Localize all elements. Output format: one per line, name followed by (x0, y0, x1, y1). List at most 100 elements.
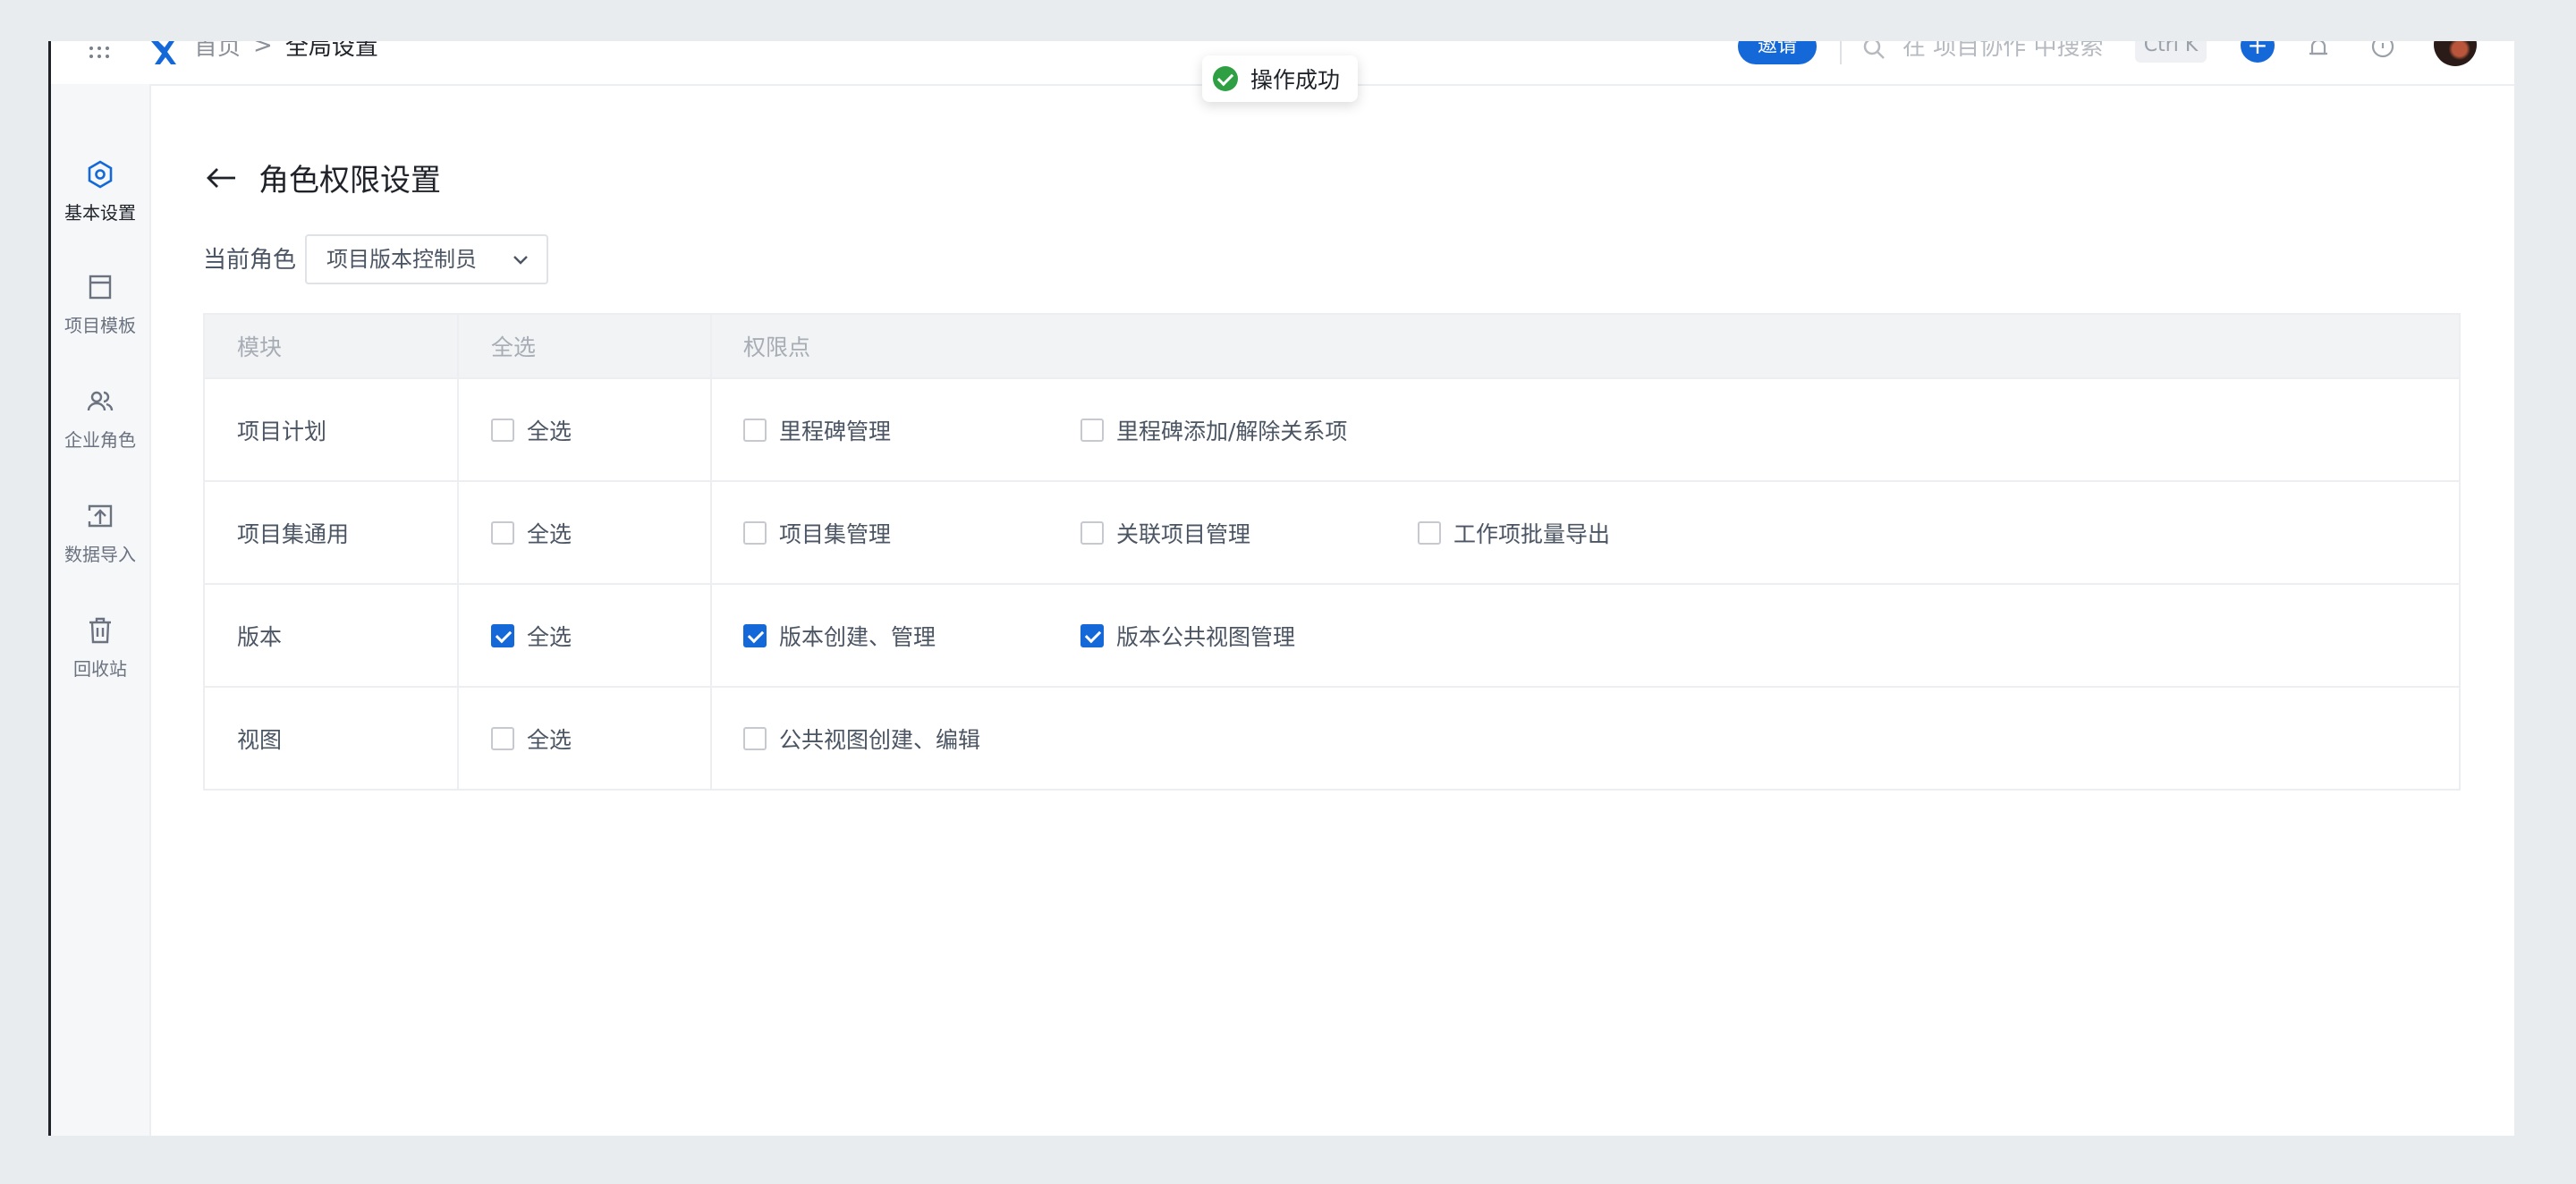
permission-checkbox[interactable]: 版本创建、管理 (743, 620, 1080, 652)
checkbox-label: 全选 (527, 520, 572, 547)
settings-icon (88, 160, 113, 189)
header-permissions: 权限点 (743, 334, 811, 360)
sidebar: 基本设置 项目模板 企业角色 数据导入 回收站 (51, 84, 151, 1136)
select-all-checkbox[interactable]: 全选 (491, 517, 572, 549)
permission-checkbox[interactable]: 公共视图创建、编辑 (743, 723, 1080, 755)
permission-checkbox[interactable]: 项目集管理 (743, 517, 1080, 549)
column-divider (710, 585, 712, 686)
user-avatar[interactable] (2434, 41, 2477, 66)
permission-list: 公共视图创建、编辑 (743, 688, 1080, 789)
breadcrumb-home[interactable]: 首页 (194, 41, 241, 62)
sidebar-item-label: 基本设置 (64, 202, 136, 224)
toast-message: 操作成功 (1250, 67, 1341, 93)
module-name: 项目计划 (237, 418, 327, 444)
table-row: 项目集通用 全选 项目集管理 关联项目管理 工作项批量导出 (205, 482, 2459, 585)
sidebar-item-import[interactable]: 数据导入 (51, 501, 149, 566)
permission-checkbox[interactable]: 里程碑添加/解除关系项 (1080, 414, 1418, 446)
template-icon (89, 275, 112, 300)
table-row: 视图 全选 公共视图创建、编辑 (205, 688, 2459, 789)
success-check-icon (1213, 66, 1238, 91)
permission-table: 模块 全选 权限点 项目计划 全选 里程碑管理 里程碑添加/解除关系项 项目集通… (203, 313, 2461, 791)
select-all-checkbox[interactable]: 全选 (491, 620, 572, 652)
sidebar-item-templates[interactable]: 项目模板 (51, 272, 149, 337)
create-button[interactable]: + (2241, 41, 2275, 63)
role-label: 当前角色 (203, 247, 297, 274)
page-title: 角色权限设置 (258, 163, 441, 199)
table-header-row: 模块 全选 权限点 (205, 315, 2459, 379)
sidebar-item-label: 回收站 (73, 658, 127, 680)
checkbox-label: 全选 (527, 623, 572, 650)
role-select[interactable]: 项目版本控制员 (305, 234, 548, 284)
checkbox-box[interactable] (743, 520, 767, 545)
permission-checkbox[interactable]: 关联项目管理 (1080, 517, 1418, 549)
sidebar-item-label: 企业角色 (64, 429, 136, 451)
permission-checkbox[interactable]: 工作项批量导出 (1418, 517, 1755, 549)
apps-grid-icon[interactable] (87, 41, 112, 66)
checkbox-label: 关联项目管理 (1116, 520, 1251, 547)
sidebar-item-trash[interactable]: 回收站 (51, 615, 149, 681)
column-divider (710, 688, 712, 789)
bell-icon[interactable] (2305, 41, 2332, 63)
checkbox-box[interactable] (1080, 520, 1104, 545)
checkbox-box-checked[interactable] (743, 623, 767, 647)
breadcrumb-current: 全局设置 (284, 41, 378, 61)
checkbox-label: 工作项批量导出 (1453, 520, 1611, 547)
checkbox-label: 版本创建、管理 (779, 623, 936, 650)
table-row: 项目计划 全选 里程碑管理 里程碑添加/解除关系项 (205, 379, 2459, 482)
column-divider (457, 379, 459, 480)
search-icon[interactable] (1861, 41, 1886, 61)
header-divider (1840, 41, 1842, 64)
checkbox-label: 项目集管理 (779, 520, 892, 547)
role-select-value: 项目版本控制员 (326, 247, 477, 272)
permission-list: 里程碑管理 里程碑添加/解除关系项 (743, 379, 1418, 480)
permission-list: 版本创建、管理 版本公共视图管理 (743, 585, 1418, 686)
chevron-down-icon (513, 256, 528, 265)
sidebar-item-roles[interactable]: 企业角色 (51, 386, 149, 452)
checkbox-box[interactable] (491, 418, 514, 442)
checkbox-label: 里程碑添加/解除关系项 (1116, 418, 1348, 444)
checkbox-box[interactable] (743, 418, 767, 442)
permission-checkbox[interactable]: 版本公共视图管理 (1080, 620, 1418, 652)
column-divider (457, 482, 459, 583)
users-icon (87, 391, 114, 411)
breadcrumb: 首页 > 全局设置 (194, 41, 378, 62)
checkbox-label: 里程碑管理 (779, 418, 892, 444)
checkbox-box[interactable] (491, 726, 514, 750)
app-window: 首页 > 全局设置 邀请 在 项目协作 中搜索 Ctrl K + 基本设置 项目… (48, 41, 2514, 1136)
breadcrumb-separator: > (253, 41, 273, 59)
checkbox-box[interactable] (491, 520, 514, 545)
column-divider (710, 315, 712, 377)
main-content: 角色权限设置 当前角色 项目版本控制员 模块 全选 权限点 项目计划 全选 里程… (151, 84, 2514, 1136)
trash-icon (89, 617, 111, 644)
search-input[interactable]: 在 项目协作 中搜索 (1902, 41, 2104, 62)
import-icon (88, 504, 113, 528)
sidebar-item-label: 数据导入 (64, 544, 136, 565)
column-divider (457, 315, 459, 377)
help-icon[interactable] (2369, 41, 2396, 63)
permission-list: 项目集管理 关联项目管理 工作项批量导出 (743, 482, 1755, 583)
table-row: 版本 全选 版本创建、管理 版本公共视图管理 (205, 585, 2459, 688)
module-name: 版本 (237, 623, 283, 650)
checkbox-box[interactable] (1080, 418, 1104, 442)
select-all-checkbox[interactable]: 全选 (491, 723, 572, 755)
module-name: 视图 (237, 726, 283, 753)
checkbox-label: 全选 (527, 418, 572, 444)
back-arrow-icon[interactable] (205, 165, 239, 191)
select-all-checkbox[interactable]: 全选 (491, 414, 572, 446)
checkbox-box[interactable] (743, 726, 767, 750)
header-select-all: 全选 (491, 334, 537, 360)
column-divider (710, 379, 712, 480)
invite-button[interactable]: 邀请 (1738, 41, 1817, 64)
checkbox-box[interactable] (1418, 520, 1441, 545)
search-shortcut-badge: Ctrl K (2135, 41, 2207, 63)
module-name: 项目集通用 (237, 520, 350, 547)
success-toast: 操作成功 (1202, 55, 1358, 102)
checkbox-box-checked[interactable] (1080, 623, 1104, 647)
permission-checkbox[interactable]: 里程碑管理 (743, 414, 1080, 446)
checkbox-label: 公共视图创建、编辑 (779, 726, 981, 753)
column-divider (710, 482, 712, 583)
logo-icon[interactable] (148, 41, 178, 68)
sidebar-item-basic-settings[interactable]: 基本设置 (51, 159, 149, 224)
sidebar-item-label: 项目模板 (64, 315, 136, 336)
checkbox-box-checked[interactable] (491, 623, 514, 647)
